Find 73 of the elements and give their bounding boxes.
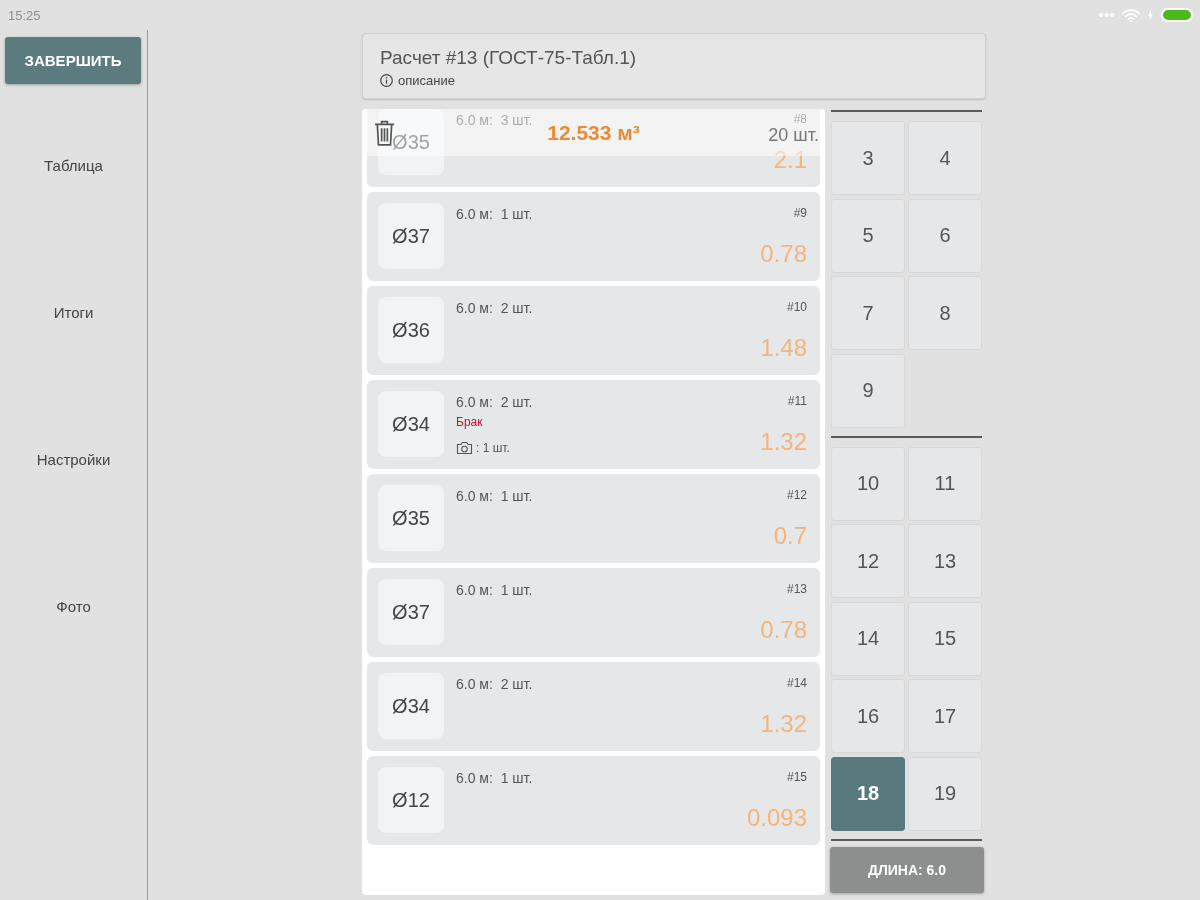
row-number: #12 (786, 487, 807, 503)
diameter-key[interactable]: 14 (831, 601, 905, 676)
log-row-card[interactable]: Ø36 6.0 м: 2 шт. #10 1.48 (367, 286, 820, 375)
nav-item[interactable]: Фото (53, 596, 94, 617)
diameter-key[interactable]: 6 (908, 198, 982, 273)
diameter-key[interactable]: 5 (831, 198, 905, 273)
row-number: #15 (786, 769, 807, 785)
row-volume: 2.1 (773, 146, 807, 174)
diameter-tile: Ø37 (378, 579, 444, 645)
finish-button[interactable]: ЗАВЕРШИТЬ (5, 37, 141, 84)
row-volume: 0.78 (760, 240, 807, 268)
diameter-key[interactable]: 17 (908, 679, 982, 753)
length-button[interactable]: ДЛИНА: 6.0 (830, 846, 984, 893)
row-number: #11 (787, 393, 807, 409)
total-volume: 12.533 м³ (547, 120, 640, 145)
length-quantity-text: 6.0 м: 2 шт. (456, 393, 533, 411)
diameter-key[interactable]: 9 (831, 353, 905, 428)
log-row-card[interactable]: Ø37 6.0 м: 1 шт. #9 0.78 (367, 192, 820, 281)
status-time: 15:25 (8, 7, 41, 23)
diameter-key[interactable]: 10 (831, 446, 905, 521)
diameter-key[interactable]: 4 (908, 121, 982, 195)
length-quantity-text: 6.0 м: 1 шт. (456, 581, 533, 599)
diameter-key[interactable]: 15 (908, 601, 982, 676)
diameter-key[interactable]: 11 (908, 446, 982, 521)
row-volume: 1.32 (760, 710, 807, 738)
row-number: #9 (793, 205, 807, 221)
calculation-title: Расчет #13 (ГОСТ-75-Табл.1) (380, 46, 638, 70)
row-number: #13 (786, 581, 807, 597)
diameter-key[interactable]: 13 (908, 524, 982, 598)
length-quantity-text: 6.0 м: 1 шт. (456, 487, 533, 505)
battery-icon (1161, 8, 1193, 22)
log-row-card[interactable]: Ø12 6.0 м: 1 шт. #15 0.093 (367, 756, 820, 845)
row-volume: 0.093 (746, 804, 807, 832)
nav-item[interactable]: Итоги (50, 302, 97, 323)
diameter-tile: Ø35 (378, 485, 444, 551)
diameter-key[interactable]: 16 (831, 679, 905, 753)
diameter-key[interactable]: 3 (831, 121, 905, 195)
log-row-card[interactable]: Ø34 6.0 м: 2 шт. #14 1.32 (367, 662, 820, 751)
diameter-tile: Ø34 (378, 391, 444, 457)
diameter-key[interactable]: 18 (831, 756, 905, 831)
log-row-card[interactable]: Ø37 6.0 м: 1 шт. #13 0.78 (367, 568, 820, 657)
description-link[interactable]: описание (398, 73, 455, 88)
length-quantity-text: 6.0 м: 2 шт. (456, 299, 533, 317)
trash-icon[interactable] (374, 118, 395, 147)
row-volume: 0.7 (773, 522, 807, 550)
row-number: #14 (786, 675, 807, 691)
info-icon (380, 74, 393, 87)
diameter-tile: Ø36 (378, 297, 444, 363)
photo-count: : 1 шт. (476, 440, 510, 455)
defect-label: Брак (456, 414, 483, 430)
nav-item[interactable]: Настройки (33, 449, 114, 470)
diameter-key[interactable]: 8 (908, 276, 982, 350)
diameter-key[interactable]: 19 (908, 756, 982, 831)
row-volume: 1.48 (760, 334, 807, 362)
diameter-key[interactable]: 7 (831, 276, 905, 350)
log-row-card[interactable]: Ø35 6.0 м: 1 шт. #12 0.7 (367, 474, 820, 563)
diameter-tile: Ø12 (378, 767, 444, 833)
row-volume: 0.78 (760, 616, 807, 644)
diameter-key[interactable]: 12 (831, 524, 905, 598)
log-row-card[interactable]: Ø34 6.0 м: 2 шт. Брак : 1 шт. #11 1.32 (367, 380, 820, 469)
diameter-tile: Ø34 (378, 673, 444, 739)
diameter-tile: Ø37 (378, 203, 444, 269)
wifi-icon (1122, 8, 1140, 22)
row-volume: 1.32 (760, 428, 807, 456)
length-quantity-text: 6.0 м: 1 шт. (456, 769, 533, 787)
row-number: #10 (786, 299, 807, 315)
diameter-tile: Ø35 (378, 109, 444, 175)
length-quantity-text: 6.0 м: 3 шт. (456, 111, 533, 129)
nav-item[interactable]: Таблица (41, 155, 106, 176)
charging-bolt-icon (1148, 10, 1153, 20)
length-quantity-text: 6.0 м: 1 шт. (456, 205, 533, 223)
length-quantity-text: 6.0 м: 2 шт. (456, 675, 533, 693)
camera-icon (456, 440, 473, 455)
